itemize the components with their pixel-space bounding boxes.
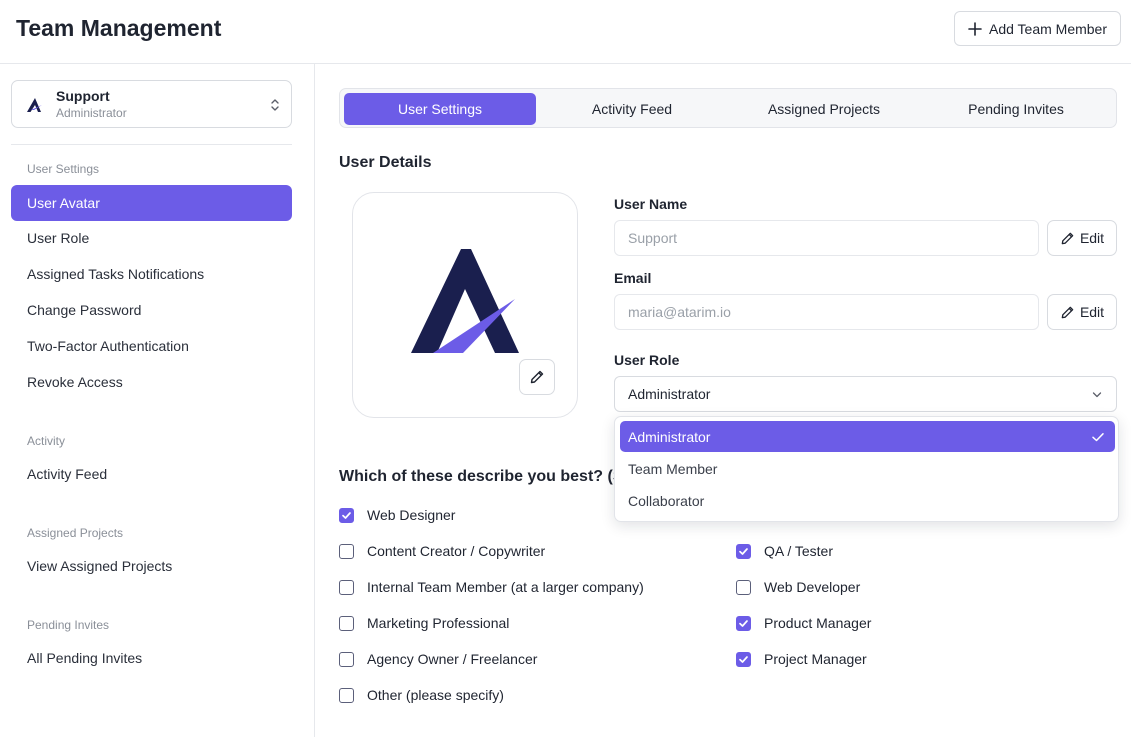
- checkbox-project-manager[interactable]: Project Manager: [736, 651, 867, 667]
- pencil-icon: [1061, 306, 1074, 318]
- sidebar-item-revoke-access[interactable]: Revoke Access: [11, 364, 292, 400]
- checkbox-label: Internal Team Member (at a larger compan…: [367, 579, 644, 595]
- checkbox-label: Other (please specify): [367, 687, 504, 703]
- team-name: Support: [56, 88, 110, 104]
- checkbox-label: Product Manager: [764, 615, 872, 631]
- add-team-member-label: Add Team Member: [988, 20, 1107, 37]
- checkbox-other[interactable]: Other (please specify): [339, 687, 504, 703]
- pencil-icon: [1061, 232, 1074, 244]
- checkbox-agency-owner[interactable]: Agency Owner / Freelancer: [339, 651, 537, 667]
- checkbox[interactable]: [339, 615, 354, 631]
- checkbox[interactable]: [339, 507, 354, 523]
- checkbox-web-designer[interactable]: Web Designer: [339, 507, 455, 523]
- checkbox[interactable]: [736, 651, 751, 667]
- checkbox-label: QA / Tester: [764, 543, 833, 559]
- chevron-down-icon: [1092, 392, 1102, 398]
- checkbox[interactable]: [339, 687, 354, 703]
- tab-pending-invites[interactable]: Pending Invites: [920, 93, 1112, 125]
- checkbox-qa-tester[interactable]: QA / Tester: [736, 543, 833, 559]
- chevron-up-down-icon: [271, 99, 279, 111]
- edit-label: Edit: [1079, 230, 1105, 246]
- sidebar-item-user-avatar[interactable]: User Avatar: [11, 185, 292, 221]
- checkbox-content-creator[interactable]: Content Creator / Copywriter: [339, 543, 545, 559]
- tab-activity-feed[interactable]: Activity Feed: [536, 93, 728, 125]
- checkbox-label: Content Creator / Copywriter: [367, 543, 546, 559]
- check-icon: [739, 547, 748, 555]
- check-icon: [1092, 433, 1104, 442]
- edit-label: Edit: [1079, 304, 1105, 320]
- sidebar-section-user-settings: User Settings: [27, 162, 100, 176]
- tab-assigned-projects[interactable]: Assigned Projects: [728, 93, 920, 125]
- plus-icon: [968, 21, 982, 36]
- dropdown-option-collaborator[interactable]: Collaborator: [620, 485, 1115, 516]
- atarim-logo-icon: [411, 249, 519, 353]
- checkbox[interactable]: [339, 579, 354, 595]
- settings-tabs: User Settings Activity Feed Assigned Pro…: [339, 88, 1117, 128]
- check-icon: [739, 619, 748, 627]
- team-role: Administrator: [56, 106, 127, 120]
- tab-user-settings[interactable]: User Settings: [344, 93, 536, 125]
- sidebar: Support Administrator User Settings User…: [0, 64, 315, 737]
- edit-avatar-button[interactable]: [519, 359, 555, 395]
- dropdown-option-team-member[interactable]: Team Member: [620, 453, 1115, 484]
- question-heading: Which of these describe you best? (Se: [339, 468, 633, 485]
- sidebar-section-assigned-projects: Assigned Projects: [27, 526, 124, 540]
- checkbox[interactable]: [736, 579, 751, 595]
- sidebar-divider: [11, 144, 292, 145]
- checkbox-label: Web Designer: [367, 507, 456, 523]
- checkbox-label: Web Developer: [764, 579, 861, 595]
- user-role-dropdown: Administrator Team Member Collaborator: [614, 416, 1119, 522]
- sidebar-item-user-role[interactable]: User Role: [11, 220, 292, 256]
- sidebar-item-view-assigned-projects[interactable]: View Assigned Projects: [11, 548, 292, 584]
- user-role-select[interactable]: Administrator: [614, 376, 1117, 412]
- user-name-input[interactable]: [614, 220, 1039, 256]
- check-icon: [739, 655, 748, 663]
- pencil-icon: [530, 370, 544, 384]
- sidebar-item-all-pending-invites[interactable]: All Pending Invites: [11, 640, 292, 676]
- checkbox-label: Marketing Professional: [367, 615, 510, 631]
- atarim-logo-icon: [27, 98, 42, 112]
- checkbox-marketing-professional[interactable]: Marketing Professional: [339, 615, 509, 631]
- header: Team Management Add Team Member: [0, 0, 1131, 64]
- team-switcher[interactable]: Support Administrator: [11, 80, 292, 128]
- check-icon: [342, 511, 351, 519]
- user-role-value: Administrator: [628, 386, 711, 402]
- add-team-member-button[interactable]: Add Team Member: [954, 11, 1121, 46]
- edit-user-name-button[interactable]: Edit: [1047, 220, 1117, 256]
- checkbox-label: Project Manager: [764, 651, 867, 667]
- checkbox-label: Agency Owner / Freelancer: [367, 651, 538, 667]
- checkbox[interactable]: [736, 543, 751, 559]
- dropdown-option-administrator[interactable]: Administrator: [620, 421, 1115, 452]
- checkbox[interactable]: [339, 651, 354, 667]
- page-title: Team Management: [16, 15, 222, 41]
- sidebar-section-pending-invites: Pending Invites: [27, 618, 110, 632]
- sidebar-section-activity: Activity: [27, 434, 66, 448]
- email-field[interactable]: [614, 294, 1039, 330]
- checkbox[interactable]: [736, 615, 751, 631]
- user-details-title: User Details: [339, 154, 432, 171]
- sidebar-item-two-factor-authentication[interactable]: Two-Factor Authentication: [11, 328, 292, 364]
- sidebar-item-activity-feed[interactable]: Activity Feed: [11, 456, 292, 492]
- checkbox-internal-team-member[interactable]: Internal Team Member (at a larger compan…: [339, 579, 644, 595]
- sidebar-item-assigned-tasks-notifications[interactable]: Assigned Tasks Notifications: [11, 256, 292, 292]
- user-name-label: User Name: [614, 196, 688, 212]
- email-label: Email: [614, 270, 652, 286]
- edit-email-button[interactable]: Edit: [1047, 294, 1117, 330]
- avatar: [352, 192, 578, 418]
- option-label: Administrator: [628, 428, 711, 445]
- checkbox-web-developer[interactable]: Web Developer: [736, 579, 860, 595]
- user-role-label: User Role: [614, 352, 680, 368]
- sidebar-item-change-password[interactable]: Change Password: [11, 292, 292, 328]
- checkbox[interactable]: [339, 543, 354, 559]
- checkbox-product-manager[interactable]: Product Manager: [736, 615, 871, 631]
